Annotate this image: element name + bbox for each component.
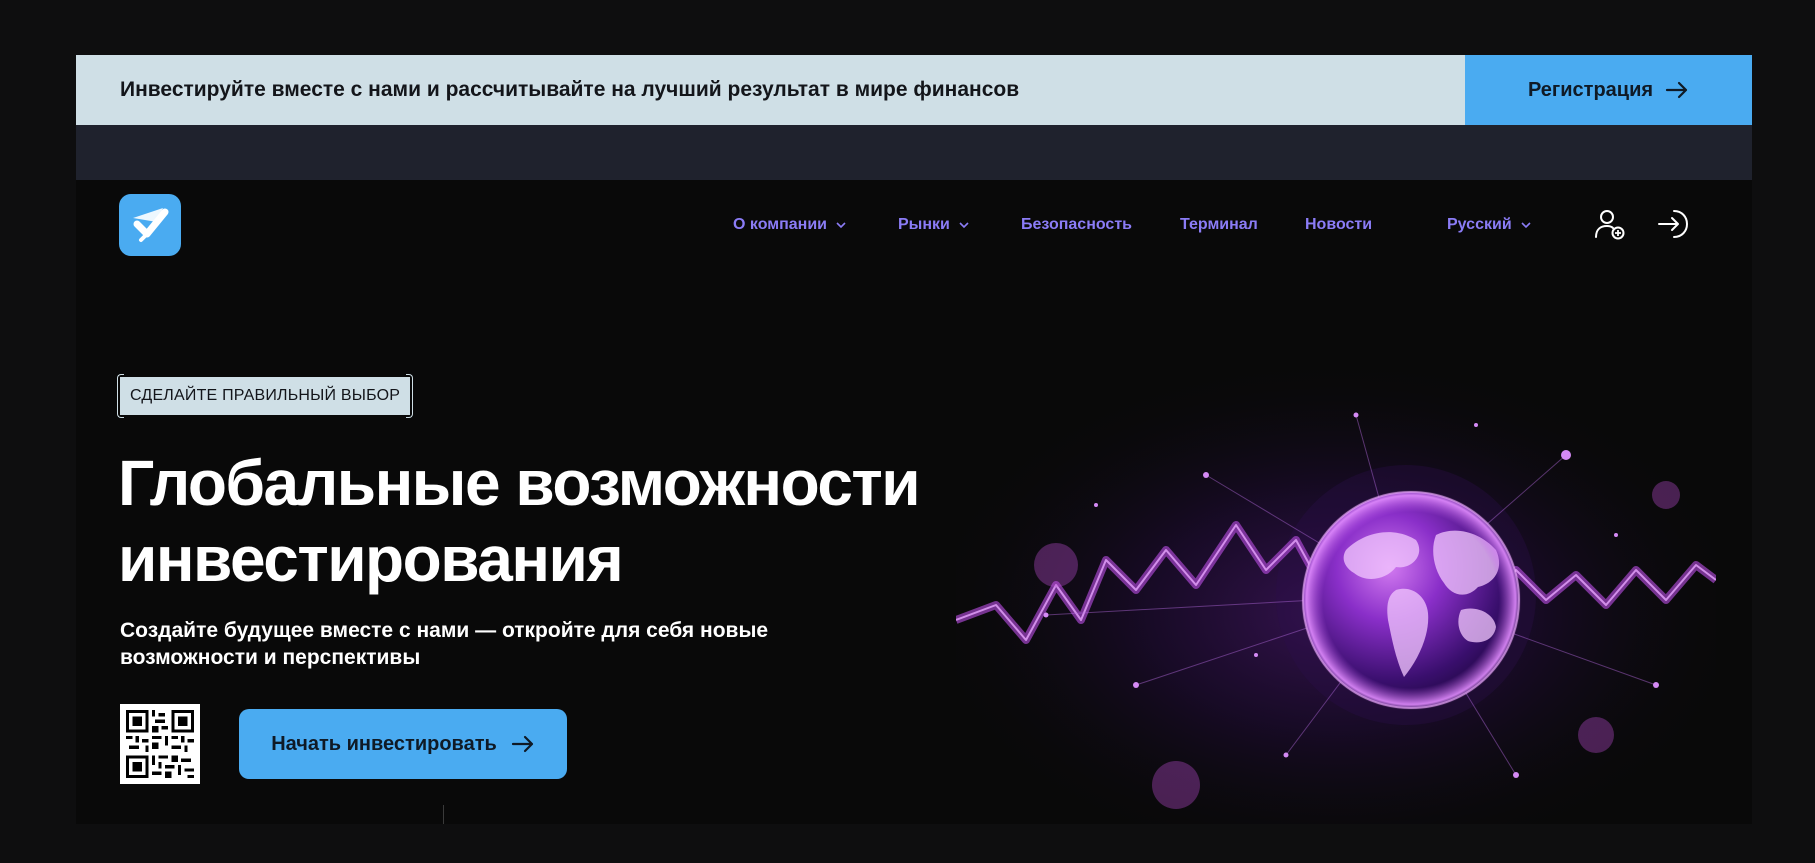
logo[interactable] <box>119 194 181 256</box>
hero-title-line: Глобальные возможности <box>118 447 921 519</box>
nav-label: Новости <box>1305 216 1373 233</box>
cta-label: Начать инвестировать <box>271 732 497 755</box>
globe-illustration <box>956 355 1716 824</box>
hero-badge: СДЕЛАЙТЕ ПРАВИЛЬНЫЙ ВЫБОР <box>116 374 414 418</box>
language-selector[interactable]: Русский <box>1447 213 1532 237</box>
nav-label: О компании <box>733 216 827 233</box>
page-frame: Инвестируйте вместе с нами и рассчитывай… <box>76 55 1752 824</box>
hero-subtitle: Создайте будущее вместе с нами — откройт… <box>120 617 880 671</box>
qr-code-icon <box>126 710 194 778</box>
chevron-down-icon <box>1521 222 1531 229</box>
checkmark-logo-icon <box>133 208 169 242</box>
login-arrow-icon[interactable] <box>1656 207 1690 241</box>
arrow-right-icon <box>1665 81 1688 99</box>
divider <box>443 805 444 824</box>
header-strip <box>76 125 1752 180</box>
start-investing-button[interactable]: Начать инвестировать <box>239 709 567 779</box>
hero-subtitle-line: Создайте будущее вместе с нами — откройт… <box>120 619 769 642</box>
chevron-down-icon <box>836 222 846 229</box>
language-label: Русский <box>1447 216 1512 233</box>
hero-title-line: инвестирования <box>118 523 624 595</box>
user-plus-icon[interactable] <box>1593 207 1627 241</box>
hero-subtitle-line: возможности и перспективы <box>120 646 421 669</box>
qr-code[interactable] <box>120 704 200 784</box>
register-label: Регистрация <box>1527 78 1654 101</box>
hero-title: Глобальные возможности инвестирования <box>118 445 938 597</box>
arrow-right-icon <box>511 735 533 753</box>
nav-label: Терминал <box>1180 216 1258 233</box>
register-button[interactable]: Регистрация <box>1465 55 1752 125</box>
nav-label: Рынки <box>898 216 950 233</box>
nav-item-company[interactable]: О компании <box>733 213 847 237</box>
nav-label: Безопасность <box>1021 216 1132 233</box>
nav-item-terminal[interactable]: Терминал <box>1180 213 1258 237</box>
nav-item-news[interactable]: Новости <box>1305 213 1372 237</box>
promo-bar: Инвестируйте вместе с нами и рассчитывай… <box>76 55 1752 125</box>
chevron-down-icon <box>959 222 969 229</box>
nav-item-markets[interactable]: Рынки <box>898 213 970 237</box>
promo-text: Инвестируйте вместе с нами и рассчитывай… <box>120 78 1020 101</box>
nav-item-security[interactable]: Безопасность <box>1021 213 1132 237</box>
